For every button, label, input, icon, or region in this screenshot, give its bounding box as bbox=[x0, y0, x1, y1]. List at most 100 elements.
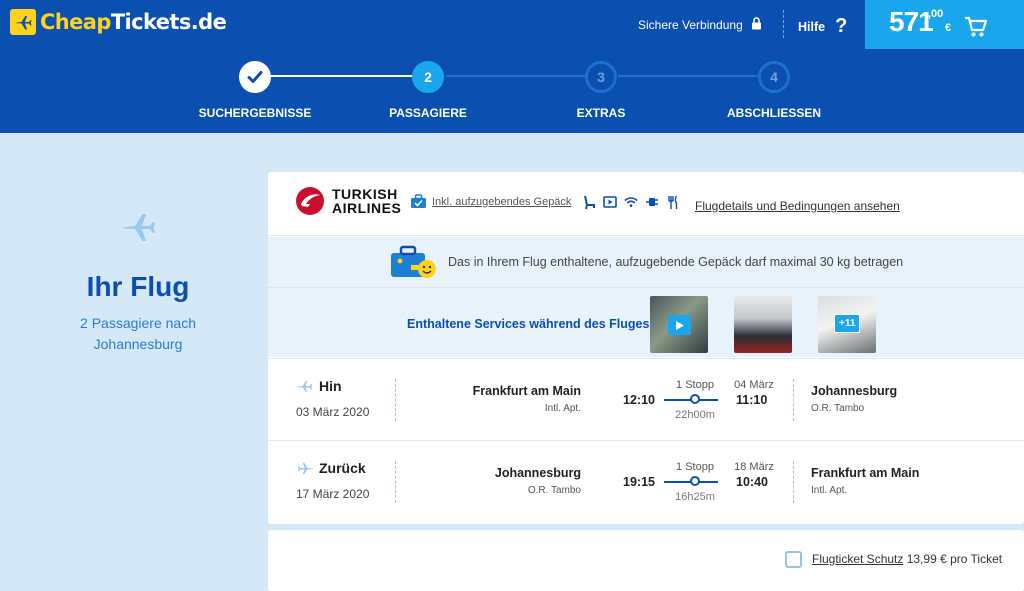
ticket-protection-checkbox[interactable] bbox=[785, 551, 802, 568]
meal-icon bbox=[666, 194, 680, 210]
summary-destination: Johannesburg bbox=[93, 336, 183, 352]
airline-row: TURKISH AIRLINES Inkl. aufzugebendes Gep… bbox=[268, 172, 1024, 236]
plane-icon bbox=[120, 208, 156, 249]
baggage-included[interactable]: Inkl. aufzugebendes Gepäck bbox=[410, 194, 571, 209]
return-stop-dot bbox=[690, 476, 700, 486]
summary-title: Ihr Flug bbox=[86, 271, 190, 302]
header-divider bbox=[783, 10, 784, 38]
outbound-destination-airport: O.R. Tambo bbox=[811, 403, 865, 414]
step-2-label: PASSAGIERE bbox=[389, 106, 467, 120]
turkish-airlines-logo: TURKISH AIRLINES bbox=[295, 186, 401, 216]
plane-return-icon bbox=[297, 462, 314, 474]
outbound-direction: Hin bbox=[296, 378, 342, 394]
outbound-stop-dot bbox=[690, 394, 700, 404]
logo-wordmark: CheapTickets.de bbox=[40, 10, 227, 34]
checkmark-icon bbox=[247, 71, 263, 83]
flight-card: TURKISH AIRLINES Inkl. aufzugebendes Gep… bbox=[268, 172, 1024, 524]
ticket-protection-link[interactable]: Flugticket Schutz bbox=[812, 552, 903, 566]
flight-summary-panel: Ihr Flug 2 Passagiere nach Johannesburg bbox=[0, 133, 268, 591]
step-3-circle: 3 bbox=[585, 61, 617, 93]
logo-prefix: Cheap bbox=[40, 10, 111, 34]
airline-name-line1: TURKISH bbox=[332, 186, 398, 202]
entertainment-thumbnail[interactable] bbox=[650, 296, 708, 353]
ticket-protection-panel: Flugticket Schutz 13,99 € pro Ticket bbox=[268, 530, 1024, 591]
entertainment-icon bbox=[603, 194, 617, 210]
more-services-badge: +11 bbox=[834, 314, 861, 333]
column-divider bbox=[395, 461, 396, 503]
suitcase-icon bbox=[411, 194, 426, 208]
flight-details-link[interactable]: Flugdetails und Bedingungen ansehen bbox=[695, 199, 900, 213]
return-date: 17 März 2020 bbox=[296, 487, 370, 501]
return-direction: Zurück bbox=[296, 460, 366, 476]
cart-price-decimal: ,00 bbox=[928, 8, 944, 20]
column-divider bbox=[793, 379, 794, 421]
step-1-label[interactable]: SUCHERGEBNISSE bbox=[185, 106, 325, 120]
return-destination-airport: Intl. Apt. bbox=[811, 485, 848, 496]
help-label: Hilfe bbox=[798, 19, 826, 34]
plane-departure-icon bbox=[296, 380, 313, 392]
seat-thumbnail[interactable] bbox=[734, 296, 792, 353]
top-bar: CheapTickets.de Sichere Verbindung Hilfe… bbox=[0, 0, 1024, 49]
return-origin-airport: O.R. Tambo bbox=[527, 485, 581, 496]
outbound-flight-row: Hin 03 März 2020 Frankfurt am Main Intl.… bbox=[268, 358, 1024, 440]
service-icons bbox=[582, 194, 680, 210]
outbound-arrival-date: 04 März bbox=[734, 379, 774, 391]
outbound-origin-city: Frankfurt am Main bbox=[472, 384, 581, 398]
step-4-label: ABSCHLIESSEN bbox=[726, 106, 821, 120]
return-stops: 1 Stopp bbox=[676, 461, 714, 473]
cart-price-currency: € bbox=[945, 22, 952, 34]
step-3-label: EXTRAS bbox=[576, 106, 626, 120]
outbound-origin-airport: Intl. Apt. bbox=[544, 403, 581, 414]
included-services: Enthaltene Services während des Fluges: … bbox=[268, 287, 1024, 357]
booking-progress: 2 3 4 SUCHERGEBNISSE PASSAGIERE EXTRAS A… bbox=[0, 49, 1024, 133]
meal-thumbnail[interactable]: +11 bbox=[818, 296, 876, 353]
shopping-cart-icon bbox=[964, 16, 988, 43]
baggage-info-banner: Das in Ihrem Flug enthaltene, aufzugeben… bbox=[268, 237, 1024, 287]
return-direction-label: Zurück bbox=[319, 460, 366, 476]
power-plug-icon bbox=[645, 194, 659, 210]
summary-subtitle: 2 Passagiere nach Johannesburg bbox=[0, 313, 276, 355]
progress-line-2 bbox=[446, 75, 602, 77]
cheaptickets-logo[interactable]: CheapTickets.de bbox=[10, 9, 227, 35]
outbound-destination-city: Johannesburg bbox=[811, 384, 898, 398]
cart-button[interactable]: 571 ,00 € bbox=[865, 0, 1024, 49]
services-label: Enthaltene Services während des Fluges: bbox=[407, 317, 654, 331]
outbound-direction-label: Hin bbox=[319, 378, 342, 394]
play-icon bbox=[668, 315, 691, 335]
summary-passengers: 2 Passagiere nach bbox=[80, 315, 196, 331]
lock-icon bbox=[751, 17, 762, 33]
seat-icon bbox=[582, 194, 596, 210]
step-1-circle[interactable] bbox=[239, 61, 271, 93]
logo-suffix: Tickets.de bbox=[110, 10, 227, 34]
outbound-arrival-time: 11:10 bbox=[736, 393, 768, 407]
outbound-departure-time: 12:10 bbox=[623, 393, 655, 407]
return-duration: 16h25m bbox=[675, 491, 715, 503]
cart-price-integer: 571 bbox=[889, 6, 934, 37]
wifi-icon bbox=[624, 194, 638, 210]
help-link[interactable]: Hilfe ? bbox=[798, 15, 847, 38]
question-icon: ? bbox=[835, 15, 848, 37]
return-departure-time: 19:15 bbox=[623, 475, 655, 489]
plane-logo-icon bbox=[10, 9, 36, 35]
step-2-circle: 2 bbox=[412, 61, 444, 93]
secure-connection-label: Sichere Verbindung bbox=[638, 18, 743, 32]
return-flight-row: Zurück 17 März 2020 Johannesburg O.R. Ta… bbox=[268, 440, 1024, 522]
airline-name-line2: AIRLINES bbox=[332, 200, 402, 216]
progress-line-3 bbox=[618, 75, 774, 77]
return-arrival-time: 10:40 bbox=[736, 475, 768, 489]
baggage-info-text: Das in Ihrem Flug enthaltene, aufzugeben… bbox=[448, 255, 904, 269]
baggage-included-label: Inkl. aufzugebendes Gepäck bbox=[432, 195, 572, 208]
step-4-circle: 4 bbox=[758, 61, 790, 93]
return-origin-city: Johannesburg bbox=[494, 466, 581, 480]
progress-line-1 bbox=[270, 75, 430, 77]
outbound-stops: 1 Stopp bbox=[676, 379, 714, 391]
ticket-protection-price: 13,99 € pro Ticket bbox=[903, 552, 1003, 566]
luggage-smiley-icon bbox=[389, 245, 439, 286]
airline-emblem-icon bbox=[296, 187, 324, 215]
secure-connection: Sichere Verbindung bbox=[638, 17, 762, 33]
return-destination-city: Frankfurt am Main bbox=[811, 466, 920, 480]
column-divider bbox=[793, 461, 794, 503]
outbound-date: 03 März 2020 bbox=[296, 405, 370, 419]
column-divider bbox=[395, 379, 396, 421]
outbound-duration: 22h00m bbox=[675, 409, 715, 421]
